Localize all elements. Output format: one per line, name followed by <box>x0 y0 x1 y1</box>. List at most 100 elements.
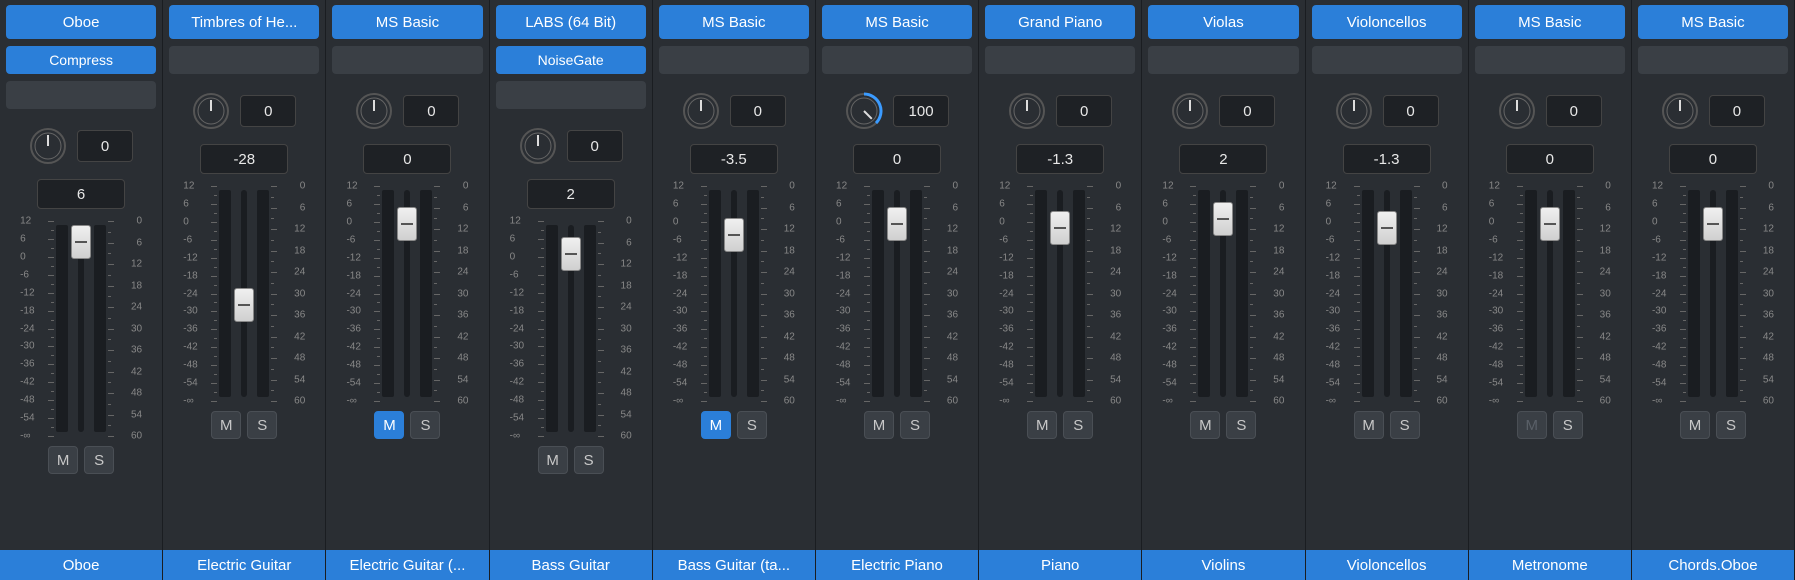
mute-button[interactable]: M <box>864 411 894 439</box>
pan-knob[interactable] <box>1661 92 1699 130</box>
fader-handle[interactable] <box>561 237 581 271</box>
pan-knob[interactable] <box>29 127 67 165</box>
effect-slot-empty[interactable] <box>169 46 319 74</box>
effect-slot-empty[interactable] <box>1475 46 1625 74</box>
track-name-label[interactable]: Metronome <box>1469 550 1631 580</box>
fader-handle[interactable] <box>1540 207 1560 241</box>
volume-value[interactable]: 0 <box>1506 144 1594 174</box>
pan-value[interactable]: 0 <box>1056 95 1112 127</box>
solo-button[interactable]: S <box>1553 411 1583 439</box>
fader-track[interactable] <box>1057 190 1063 397</box>
mute-button[interactable]: M <box>48 446 78 474</box>
instrument-select-button[interactable]: MS Basic <box>1475 5 1625 39</box>
mute-button[interactable]: M <box>374 411 404 439</box>
pan-value[interactable]: 0 <box>730 95 786 127</box>
pan-knob[interactable] <box>845 92 883 130</box>
fader-track[interactable] <box>241 190 247 397</box>
instrument-select-button[interactable]: Violoncellos <box>1312 5 1462 39</box>
pan-knob[interactable] <box>519 127 557 165</box>
volume-value[interactable]: -1.3 <box>1016 144 1104 174</box>
track-name-label[interactable]: Violins <box>1142 550 1304 580</box>
volume-value[interactable]: 2 <box>1179 144 1267 174</box>
volume-value[interactable]: -28 <box>200 144 288 174</box>
instrument-select-button[interactable]: Grand Piano <box>985 5 1135 39</box>
solo-button[interactable]: S <box>247 411 277 439</box>
volume-value[interactable]: -3.5 <box>690 144 778 174</box>
solo-button[interactable]: S <box>1226 411 1256 439</box>
fader-handle[interactable] <box>1703 207 1723 241</box>
volume-value[interactable]: 0 <box>363 144 451 174</box>
pan-value[interactable]: 0 <box>1546 95 1602 127</box>
pan-knob[interactable] <box>1335 92 1373 130</box>
pan-value[interactable]: 0 <box>1383 95 1439 127</box>
instrument-select-button[interactable]: Timbres of He... <box>169 5 319 39</box>
fader-handle[interactable] <box>234 288 254 322</box>
pan-value[interactable]: 100 <box>893 95 949 127</box>
solo-button[interactable]: S <box>737 411 767 439</box>
pan-knob[interactable] <box>192 92 230 130</box>
instrument-select-button[interactable]: MS Basic <box>822 5 972 39</box>
pan-knob[interactable] <box>1498 92 1536 130</box>
fader-handle[interactable] <box>1377 211 1397 245</box>
fader-track[interactable] <box>404 190 410 397</box>
track-name-label[interactable]: Chords.Oboe <box>1632 550 1794 580</box>
mute-button[interactable]: M <box>211 411 241 439</box>
effect-slot-empty[interactable] <box>822 46 972 74</box>
volume-value[interactable]: 0 <box>1669 144 1757 174</box>
effect-slot-empty[interactable] <box>332 46 482 74</box>
fader-handle[interactable] <box>397 207 417 241</box>
track-name-label[interactable]: Bass Guitar (ta... <box>653 550 815 580</box>
instrument-select-button[interactable]: MS Basic <box>1638 5 1788 39</box>
instrument-select-button[interactable]: MS Basic <box>659 5 809 39</box>
solo-button[interactable]: S <box>410 411 440 439</box>
effect-slot-empty[interactable] <box>985 46 1135 74</box>
instrument-select-button[interactable]: LABS (64 Bit) <box>496 5 646 39</box>
pan-knob[interactable] <box>355 92 393 130</box>
effect-slot-empty[interactable] <box>1312 46 1462 74</box>
fader-track[interactable] <box>1220 190 1226 397</box>
track-name-label[interactable]: Bass Guitar <box>490 550 652 580</box>
track-name-label[interactable]: Electric Guitar (... <box>326 550 488 580</box>
fader-track[interactable] <box>1710 190 1716 397</box>
fader-handle[interactable] <box>1213 202 1233 236</box>
fader-track[interactable] <box>78 225 84 432</box>
fader-handle[interactable] <box>71 225 91 259</box>
mute-button[interactable]: M <box>1027 411 1057 439</box>
fader-track[interactable] <box>568 225 574 432</box>
pan-value[interactable]: 0 <box>1219 95 1275 127</box>
track-name-label[interactable]: Violoncellos <box>1306 550 1468 580</box>
effect-slot-empty[interactable] <box>1638 46 1788 74</box>
fader-track[interactable] <box>1547 190 1553 397</box>
pan-value[interactable]: 0 <box>403 95 459 127</box>
fader-track[interactable] <box>1384 190 1390 397</box>
fader-track[interactable] <box>731 190 737 397</box>
volume-value[interactable]: 2 <box>527 179 615 209</box>
fader-track[interactable] <box>894 190 900 397</box>
instrument-select-button[interactable]: Oboe <box>6 5 156 39</box>
effect-slot-empty[interactable] <box>1148 46 1298 74</box>
effect-button[interactable]: Compress <box>6 46 156 74</box>
effect-slot-empty[interactable] <box>659 46 809 74</box>
mute-button[interactable]: M <box>1190 411 1220 439</box>
fader-handle[interactable] <box>724 218 744 252</box>
pan-knob[interactable] <box>1171 92 1209 130</box>
effect-slot-empty[interactable] <box>6 81 156 109</box>
instrument-select-button[interactable]: MS Basic <box>332 5 482 39</box>
track-name-label[interactable]: Piano <box>979 550 1141 580</box>
effect-slot-empty[interactable] <box>496 81 646 109</box>
pan-value[interactable]: 0 <box>240 95 296 127</box>
solo-button[interactable]: S <box>900 411 930 439</box>
mute-button[interactable]: M <box>1680 411 1710 439</box>
solo-button[interactable]: S <box>1716 411 1746 439</box>
pan-value[interactable]: 0 <box>77 130 133 162</box>
track-name-label[interactable]: Oboe <box>0 550 162 580</box>
pan-knob[interactable] <box>682 92 720 130</box>
solo-button[interactable]: S <box>574 446 604 474</box>
solo-button[interactable]: S <box>1063 411 1093 439</box>
track-name-label[interactable]: Electric Piano <box>816 550 978 580</box>
pan-value[interactable]: 0 <box>1709 95 1765 127</box>
solo-button[interactable]: S <box>1390 411 1420 439</box>
volume-value[interactable]: 6 <box>37 179 125 209</box>
volume-value[interactable]: 0 <box>853 144 941 174</box>
fader-handle[interactable] <box>1050 211 1070 245</box>
